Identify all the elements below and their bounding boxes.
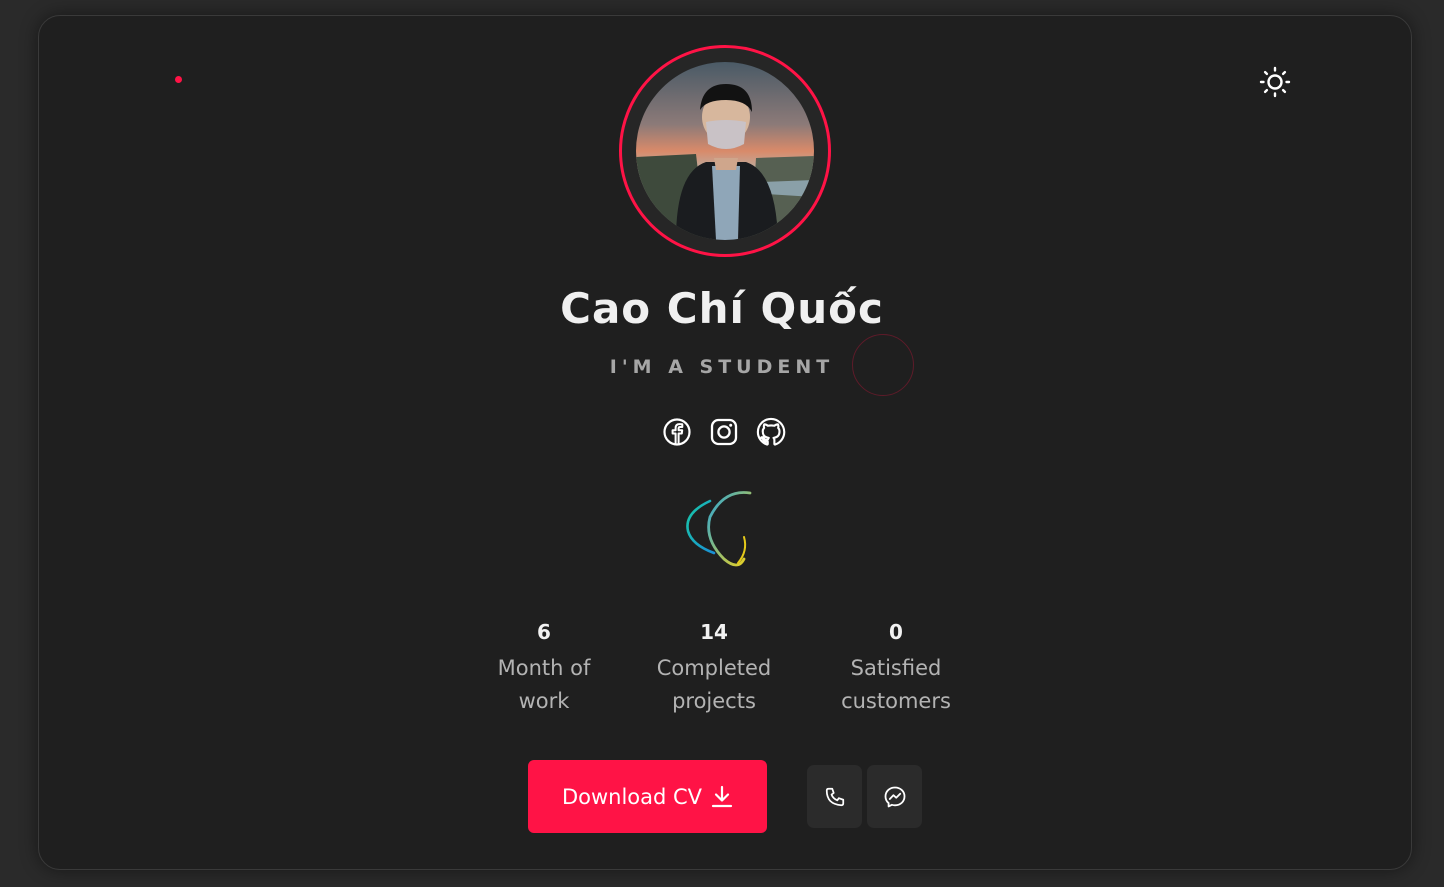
logo-icon — [680, 487, 762, 571]
theme-toggle-button[interactable] — [1258, 65, 1292, 99]
facebook-icon — [663, 418, 691, 446]
download-icon — [711, 785, 733, 807]
github-link[interactable] — [756, 417, 786, 447]
stat-value: 6 — [537, 620, 551, 644]
stat-months: 6 Month of work — [484, 618, 604, 718]
instagram-icon — [710, 418, 738, 446]
instagram-link[interactable] — [709, 417, 739, 447]
stat-projects: 14 Completed projects — [644, 618, 784, 718]
stat-label: Month of work — [497, 656, 591, 713]
sun-icon — [1259, 66, 1291, 98]
stat-value: 0 — [889, 620, 903, 644]
avatar — [636, 62, 814, 240]
download-cv-button[interactable]: Download CV — [528, 760, 767, 833]
profile-name: Cao Chí Quốc — [560, 284, 884, 333]
messenger-button[interactable] — [867, 765, 922, 828]
phone-button[interactable] — [807, 765, 862, 828]
stat-label: Satisfied customers — [841, 656, 951, 713]
profile-role: I'M A STUDENT — [609, 356, 835, 378]
stat-value: 14 — [700, 620, 728, 644]
stat-label: Completed projects — [656, 656, 772, 713]
stat-customers: 0 Satisfied customers — [826, 618, 966, 718]
social-links — [662, 417, 786, 449]
download-cv-label: Download CV — [561, 784, 703, 809]
avatar-frame — [619, 45, 831, 257]
messenger-icon — [884, 786, 905, 807]
cursor-dot — [175, 76, 182, 83]
facebook-link[interactable] — [662, 417, 692, 447]
github-icon — [756, 417, 786, 446]
phone-icon — [825, 787, 844, 806]
